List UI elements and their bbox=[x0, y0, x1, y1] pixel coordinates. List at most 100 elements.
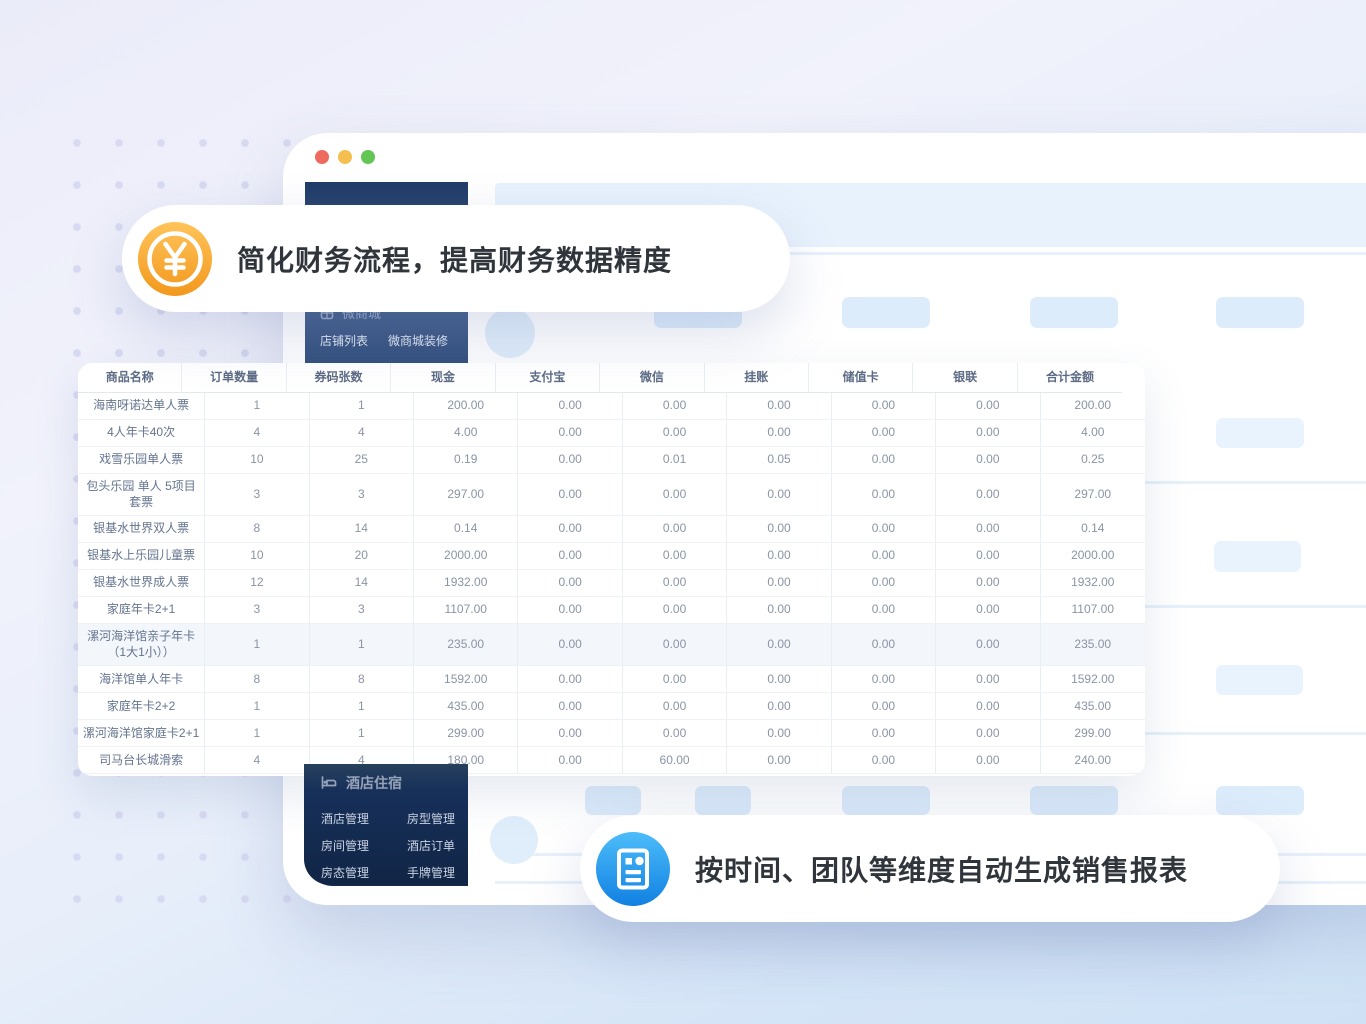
cell-on-account: 0.00 bbox=[727, 516, 831, 543]
cell-unionpay: 0.00 bbox=[936, 516, 1040, 543]
maximize-window-button[interactable] bbox=[361, 150, 375, 164]
cell-unionpay: 0.00 bbox=[936, 543, 1040, 570]
cell-total-amount: 4.00 bbox=[1041, 420, 1145, 447]
cell-unionpay: 0.00 bbox=[936, 747, 1040, 774]
sidebar-menu-item[interactable]: 房间管理 bbox=[321, 832, 391, 859]
cell-cash: 297.00 bbox=[414, 474, 518, 516]
skeleton-chip bbox=[1214, 541, 1301, 572]
table-row: 司马台长城滑索 4 4 180.00 0.00 60.00 0.00 0.00 … bbox=[78, 747, 1145, 774]
hotel-section-title: 酒店住宿 bbox=[346, 773, 402, 793]
cell-cash: 4.00 bbox=[414, 420, 518, 447]
cell-cash: 235.00 bbox=[414, 624, 518, 666]
cell-unionpay: 0.00 bbox=[936, 420, 1040, 447]
cell-order-count: 8 bbox=[205, 666, 309, 693]
cell-voucher-count: 14 bbox=[310, 570, 414, 597]
minimize-window-button[interactable] bbox=[338, 150, 352, 164]
sidebar-menu-item[interactable]: 手牌管理 bbox=[407, 859, 468, 885]
cell-wechat: 0.00 bbox=[623, 624, 727, 666]
cell-order-count: 1 bbox=[205, 720, 309, 747]
decorative-circle bbox=[485, 308, 535, 358]
cell-unionpay: 0.00 bbox=[936, 720, 1040, 747]
table-row: 家庭年卡2+2 1 1 435.00 0.00 0.00 0.00 0.00 0… bbox=[78, 693, 1145, 720]
table-row: 银基水上乐园儿童票 10 20 2000.00 0.00 0.00 0.00 0… bbox=[78, 543, 1145, 570]
cell-alipay: 0.00 bbox=[518, 666, 622, 693]
cell-cash: 0.14 bbox=[414, 516, 518, 543]
cell-on-account: 0.00 bbox=[727, 747, 831, 774]
cell-stored-value-card: 0.00 bbox=[832, 543, 936, 570]
cell-voucher-count: 1 bbox=[310, 393, 414, 420]
cell-alipay: 0.00 bbox=[518, 516, 622, 543]
table-column-header: 储值卡 bbox=[809, 363, 913, 393]
cell-stored-value-card: 0.00 bbox=[832, 570, 936, 597]
cell-total-amount: 435.00 bbox=[1041, 693, 1145, 720]
cell-product-name: 家庭年卡2+1 bbox=[78, 597, 205, 624]
hotel-section-header: 酒店住宿 bbox=[321, 773, 468, 793]
cell-on-account: 0.00 bbox=[727, 570, 831, 597]
cell-alipay: 0.00 bbox=[518, 447, 622, 474]
cell-alipay: 0.00 bbox=[518, 570, 622, 597]
cell-alipay: 0.00 bbox=[518, 747, 622, 774]
cell-unionpay: 0.00 bbox=[936, 666, 1040, 693]
cell-on-account: 0.00 bbox=[727, 624, 831, 666]
sales-report-table: 商品名称订单数量券码张数现金支付宝微信挂账储值卡银联合计金额 海南呀诺达单人票 … bbox=[78, 363, 1145, 776]
cell-voucher-count: 3 bbox=[310, 597, 414, 624]
cell-total-amount: 0.25 bbox=[1041, 447, 1145, 474]
cell-wechat: 0.00 bbox=[623, 516, 727, 543]
cell-on-account: 0.00 bbox=[727, 693, 831, 720]
cell-unionpay: 0.00 bbox=[936, 393, 1040, 420]
cell-wechat: 0.00 bbox=[623, 474, 727, 516]
table-row: 包头乐园 单人 5项目套票 3 3 297.00 0.00 0.00 0.00 … bbox=[78, 474, 1145, 516]
cell-on-account: 0.00 bbox=[727, 420, 831, 447]
sidebar-mall-items: 店铺列表 微商城装修 bbox=[320, 332, 448, 349]
cell-voucher-count: 1 bbox=[310, 720, 414, 747]
cell-wechat: 0.00 bbox=[623, 393, 727, 420]
cell-alipay: 0.00 bbox=[518, 474, 622, 516]
cell-voucher-count: 8 bbox=[310, 666, 414, 693]
table-body: 海南呀诺达单人票 1 1 200.00 0.00 0.00 0.00 0.00 … bbox=[78, 393, 1145, 774]
sidebar-menu-item[interactable]: 酒店管理 bbox=[321, 805, 391, 832]
cell-stored-value-card: 0.00 bbox=[832, 624, 936, 666]
cell-on-account: 0.00 bbox=[727, 543, 831, 570]
report-callout-text: 按时间、团队等维度自动生成销售报表 bbox=[695, 849, 1188, 889]
cell-alipay: 0.00 bbox=[518, 543, 622, 570]
cell-stored-value-card: 0.00 bbox=[832, 693, 936, 720]
cell-product-name: 银基水世界成人票 bbox=[78, 570, 205, 597]
cell-order-count: 4 bbox=[205, 420, 309, 447]
sidebar-menu-item[interactable]: 酒店订单 bbox=[407, 832, 468, 859]
sidebar-menu-item[interactable]: 微商城装修 bbox=[388, 332, 448, 349]
cell-alipay: 0.00 bbox=[518, 597, 622, 624]
sidebar-menu-item[interactable]: 店铺列表 bbox=[320, 332, 368, 349]
table-row: 漯河海洋馆家庭卡2+1 1 1 299.00 0.00 0.00 0.00 0.… bbox=[78, 720, 1145, 747]
cell-wechat: 0.00 bbox=[623, 720, 727, 747]
cell-cash: 1107.00 bbox=[414, 597, 518, 624]
table-row: 家庭年卡2+1 3 3 1107.00 0.00 0.00 0.00 0.00 … bbox=[78, 597, 1145, 624]
cell-total-amount: 235.00 bbox=[1041, 624, 1145, 666]
skeleton-button bbox=[1030, 297, 1118, 328]
cell-voucher-count: 20 bbox=[310, 543, 414, 570]
table-row: 海洋馆单人年卡 8 8 1592.00 0.00 0.00 0.00 0.00 … bbox=[78, 666, 1145, 693]
cell-cash: 435.00 bbox=[414, 693, 518, 720]
cell-order-count: 8 bbox=[205, 516, 309, 543]
cell-total-amount: 240.00 bbox=[1041, 747, 1145, 774]
skeleton-button bbox=[1216, 786, 1304, 815]
cell-order-count: 4 bbox=[205, 747, 309, 774]
cell-order-count: 1 bbox=[205, 693, 309, 720]
cell-product-name: 海南呀诺达单人票 bbox=[78, 393, 205, 420]
marketing-screenshot: { "window": { "traffic_lights": { "close… bbox=[0, 0, 1366, 1024]
cell-order-count: 1 bbox=[205, 393, 309, 420]
finance-callout-text: 简化财务流程，提高财务数据精度 bbox=[237, 239, 672, 279]
cell-unionpay: 0.00 bbox=[936, 693, 1040, 720]
table-column-header: 微信 bbox=[600, 363, 704, 393]
sidebar-menu-item[interactable]: 房态管理 bbox=[321, 859, 391, 885]
cell-stored-value-card: 0.00 bbox=[832, 474, 936, 516]
close-window-button[interactable] bbox=[315, 150, 329, 164]
cell-product-name: 漯河海洋馆亲子年卡（1大1小）） bbox=[78, 624, 205, 666]
cell-stored-value-card: 0.00 bbox=[832, 420, 936, 447]
skeleton-button bbox=[1030, 786, 1118, 815]
cell-unionpay: 0.00 bbox=[936, 474, 1040, 516]
cell-wechat: 0.00 bbox=[623, 570, 727, 597]
finance-callout: 简化财务流程，提高财务数据精度 bbox=[122, 205, 790, 312]
sidebar-menu-item[interactable]: 房型管理 bbox=[407, 805, 468, 832]
table-column-header: 券码张数 bbox=[287, 363, 391, 393]
cell-unionpay: 0.00 bbox=[936, 570, 1040, 597]
